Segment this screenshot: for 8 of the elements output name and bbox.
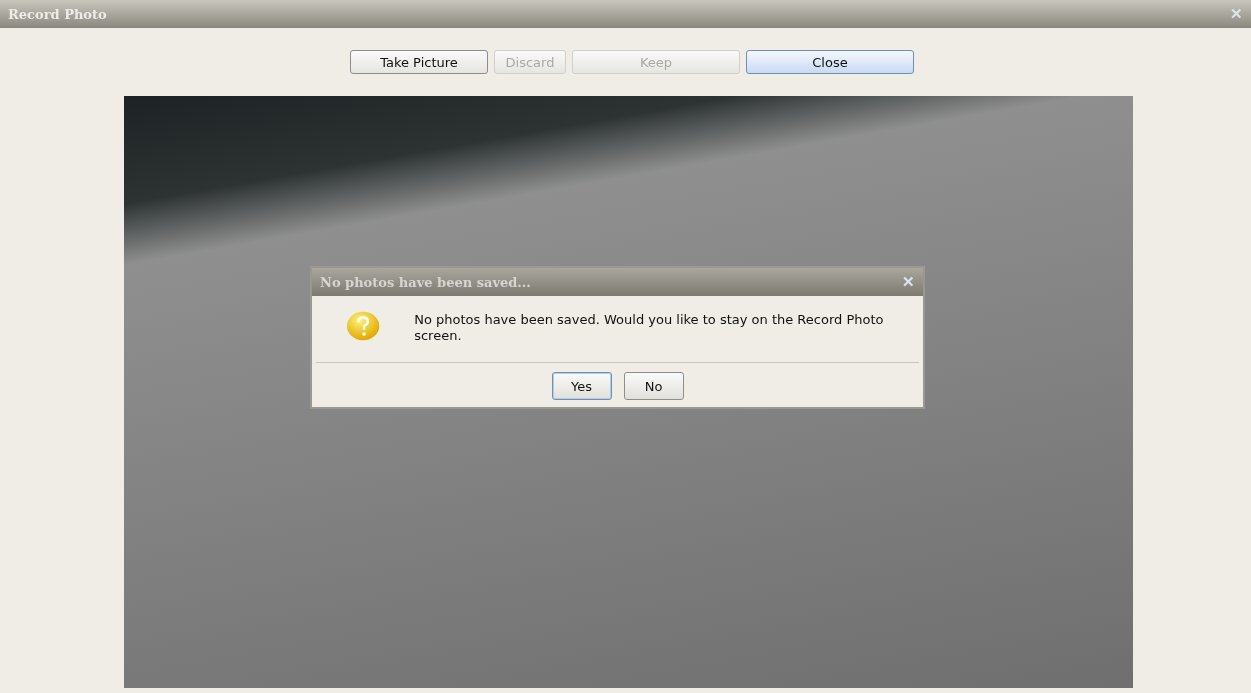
dialog-message: No photos have been saved. Would you like to stay on the Record Photo screen. [414,312,885,344]
toolbar-button[interactable]: Close [746,50,914,74]
window-title: Record Photo [8,6,107,22]
dialog-button[interactable]: No [623,372,684,400]
question-icon [346,310,381,342]
dialog-button[interactable]: Yes [551,372,612,400]
dialog-title: No photos have been saved... [320,274,531,290]
toolbar-button[interactable]: Take Picture [350,50,488,74]
